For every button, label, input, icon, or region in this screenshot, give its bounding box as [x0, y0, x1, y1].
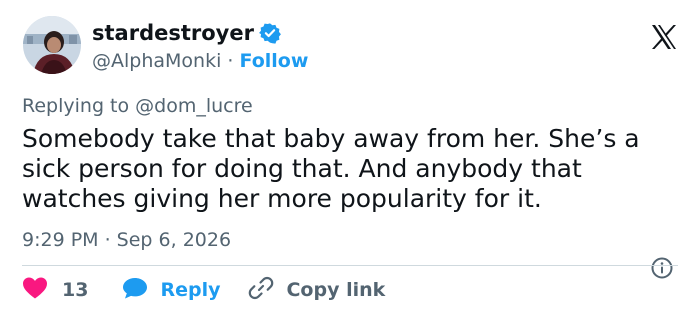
like-button[interactable]: 13 — [22, 276, 88, 305]
tweet-text: Somebody take that baby away from her. S… — [22, 124, 640, 213]
reply-label: Reply — [160, 279, 221, 301]
action-bar: 13 Reply Copy link — [22, 276, 385, 304]
copy-link-label: Copy link — [286, 279, 386, 301]
avatar[interactable] — [23, 16, 81, 74]
x-logo-icon[interactable] — [649, 22, 679, 52]
like-count: 13 — [62, 279, 89, 301]
tweet-timestamp[interactable]: 9:29 PM · Sep 6, 2026 — [22, 228, 231, 252]
verified-badge-icon — [259, 22, 281, 44]
copy-link-button[interactable]: Copy link — [248, 275, 385, 306]
heart-icon — [22, 276, 48, 305]
info-icon[interactable] — [650, 256, 674, 280]
reply-button[interactable]: Reply — [122, 276, 220, 305]
reply-bubble-icon — [122, 276, 148, 305]
replying-to-text[interactable]: Replying to @dom_lucre — [22, 94, 253, 118]
author-display-name[interactable]: stardestroyer — [92, 20, 254, 46]
link-icon — [248, 275, 274, 306]
follow-button[interactable]: Follow — [240, 50, 309, 72]
author-handle[interactable]: @AlphaMonki — [92, 50, 221, 72]
handle-separator: · — [227, 50, 234, 72]
divider — [22, 265, 678, 266]
